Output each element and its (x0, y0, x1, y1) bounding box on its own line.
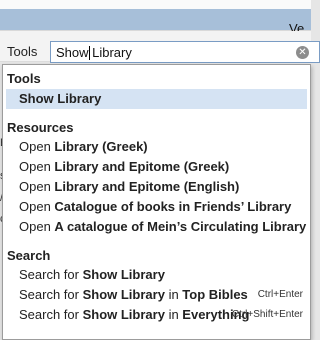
keyboard-shortcut: Ctrl+Enter (257, 289, 303, 300)
suggestion-open-library-greek[interactable]: Open Library (Greek) (6, 137, 307, 157)
item-match: Library and Epitome (English) (54, 179, 240, 194)
suggestion-open-friends-library-catalogue[interactable]: Open Catalogue of books in Friends’ Libr… (6, 197, 307, 217)
item-scope: Top Bibles (182, 287, 248, 302)
keyboard-shortcut: Ctrl+Shift+Enter (231, 309, 303, 320)
item-prefix: Search for (19, 307, 83, 322)
item-connector: in (164, 287, 183, 302)
title-strip: Ve (0, 9, 311, 36)
item-match: Show Library (82, 287, 165, 302)
item-prefix: Open (19, 179, 55, 194)
suggestion-search-top-bibles[interactable]: Search for Show Library in Top Bibles Ct… (6, 285, 307, 305)
item-match: Show Library (19, 91, 102, 106)
search-input[interactable]: Show Library ✕ (50, 41, 320, 63)
item-match: Library and Epitome (Greek) (54, 159, 230, 174)
item-match: A catalogue of Mein’s Circulating Librar… (54, 219, 307, 234)
item-prefix: Open (19, 199, 55, 214)
item-connector: in (164, 307, 183, 322)
item-prefix: Search for (19, 287, 83, 302)
item-match: Catalogue of books in Friends’ Library (54, 199, 292, 214)
tools-label: Tools (7, 44, 38, 59)
suggestion-open-library-epitome-english[interactable]: Open Library and Epitome (English) (6, 177, 307, 197)
section-header-search: Search (7, 248, 51, 263)
toolbar: Tools Show Library ✕ (0, 31, 320, 63)
item-match: Show Library (82, 307, 165, 322)
item-prefix: Open (19, 139, 55, 154)
clear-search-icon[interactable]: ✕ (296, 46, 309, 59)
suggestion-search-show-library[interactable]: Search for Show Library (6, 265, 307, 285)
suggestion-show-library[interactable]: Show Library (6, 89, 307, 109)
item-prefix: Open (19, 159, 55, 174)
search-suggestions-dropdown: Tools Show Library Resources Open Librar… (2, 64, 311, 340)
item-match: Show Library (82, 267, 165, 282)
item-prefix: Search for (19, 267, 83, 282)
item-prefix: Open (19, 219, 55, 234)
search-input-value[interactable]: Show Library (56, 45, 132, 60)
suggestion-open-library-epitome-greek[interactable]: Open Library and Epitome (Greek) (6, 157, 307, 177)
section-header-tools: Tools (7, 71, 41, 86)
suggestion-search-everything[interactable]: Search for Show Library in Everything Ct… (6, 305, 307, 325)
suggestion-open-meins-library-catalogue[interactable]: Open A catalogue of Mein’s Circulating L… (6, 217, 307, 237)
text-caret (89, 46, 90, 60)
section-header-resources: Resources (7, 120, 74, 135)
item-match: Library (Greek) (54, 139, 148, 154)
window-titlebar: Ve (0, 0, 311, 36)
